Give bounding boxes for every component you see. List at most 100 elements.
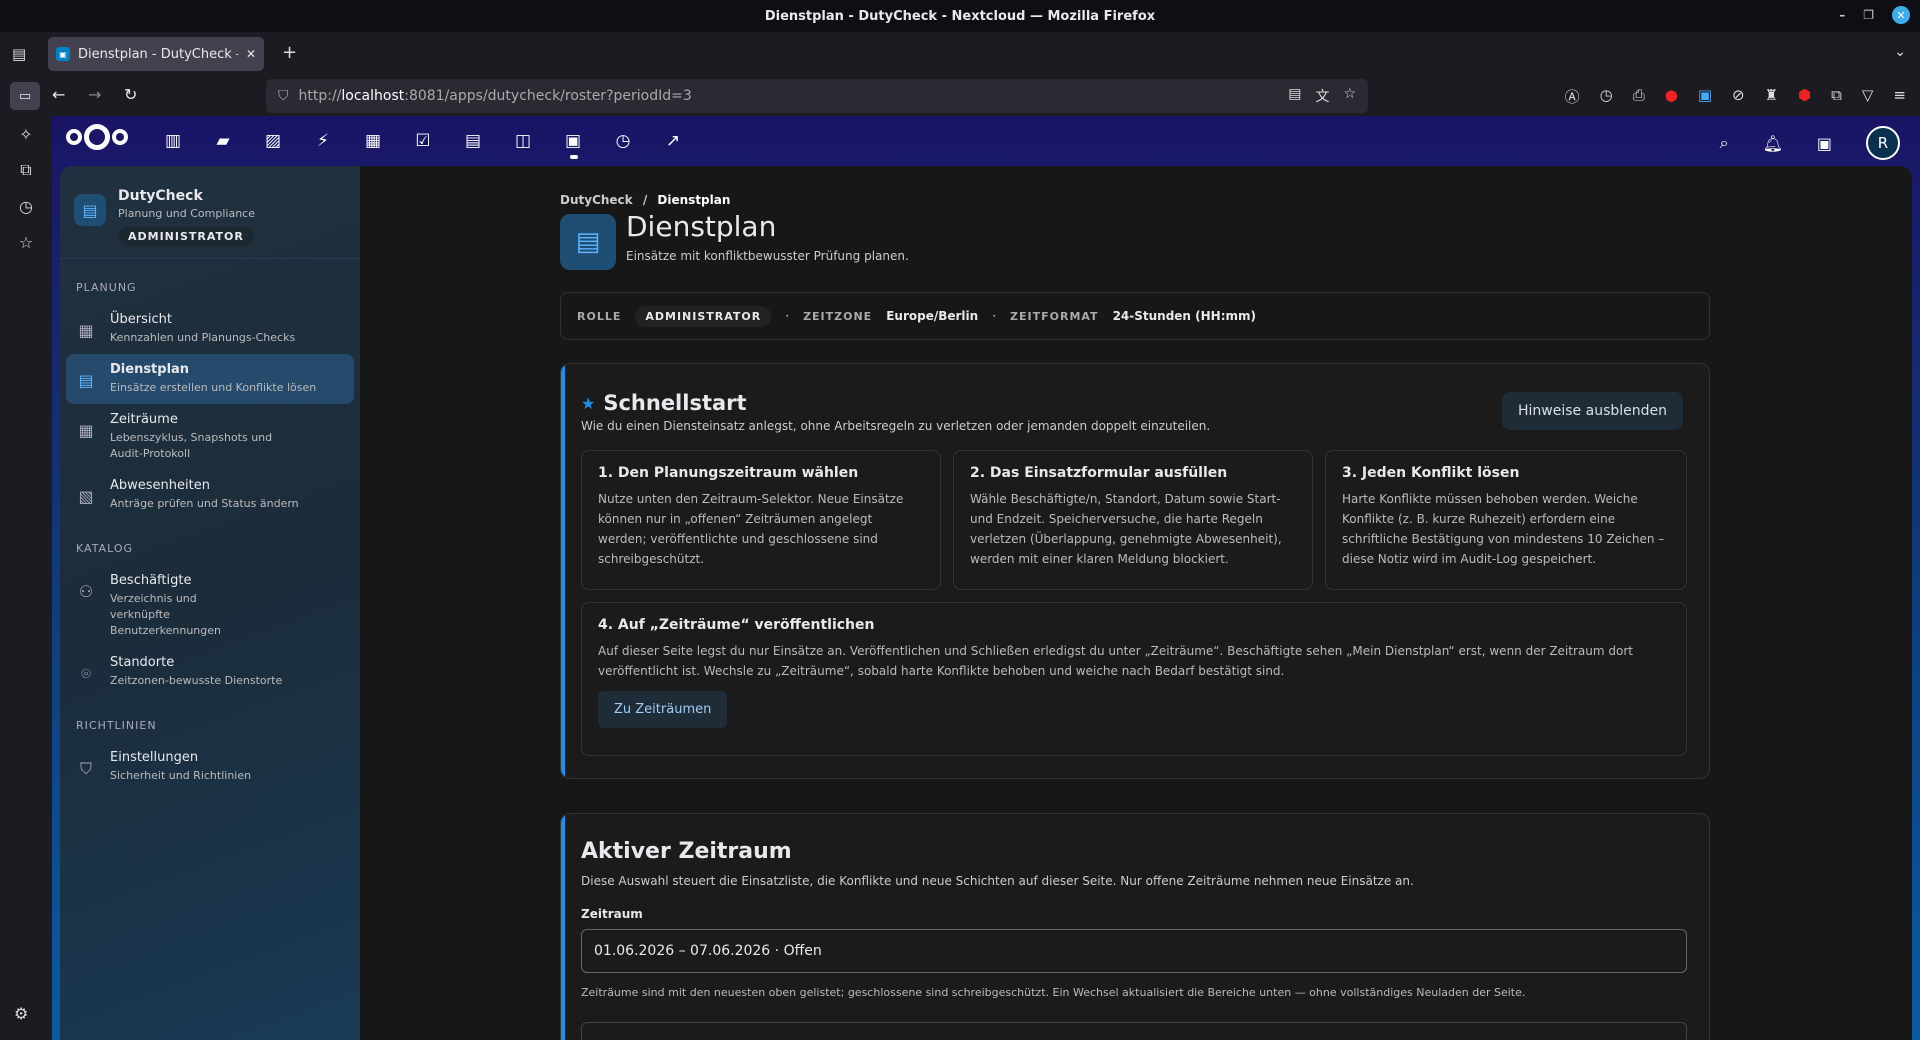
nextcloud-favicon-icon: ▣ <box>56 47 70 61</box>
extension-block-icon[interactable]: ⊘ <box>1732 86 1745 107</box>
reader-view-icon[interactable]: ▤ <box>1288 86 1301 106</box>
step-text: Auf dieser Seite legst du nur Einsätze a… <box>598 644 1633 678</box>
sidebar-item-label: Standorte <box>110 655 175 670</box>
app-title: DutyCheck <box>118 188 203 204</box>
app-content: ▤ DutyCheck Planung und Compliance ADMIN… <box>60 166 1912 1040</box>
extension-timer-icon[interactable]: ◷ <box>1600 86 1613 107</box>
clock-icon[interactable]: ◷ <box>614 131 632 151</box>
extensions-icon[interactable]: ⧉ <box>1831 86 1842 107</box>
header-right: ⌕ 🔔︎ ▣ R <box>1720 126 1900 160</box>
tasks-icon[interactable]: ☑ <box>414 131 432 151</box>
extension-v-icon[interactable]: ▽ <box>1862 86 1874 107</box>
analytics-icon[interactable]: ↗ <box>664 131 682 151</box>
close-tab-icon[interactable]: ✕ <box>246 47 256 61</box>
timezone-value: Europe/Berlin <box>886 309 979 323</box>
tab-title: Dienstplan - DutyCheck - Nextcloud <box>78 46 238 62</box>
app-navigation: ▤ DutyCheck Planung und Compliance ADMIN… <box>60 166 360 1040</box>
forms-icon[interactable]: ◫ <box>514 131 532 151</box>
search-icon[interactable]: ⌕ <box>1720 133 1729 153</box>
period-note: Zeiträume sind mit den neuesten oben gel… <box>581 986 1526 999</box>
menu-icon[interactable]: ≡ <box>1893 86 1906 107</box>
main-content: DutyCheck / Dienstplan ▤ Dienstplan Eins… <box>360 166 1912 1040</box>
nextcloud-app: ▥ ▰ ▨ ⚡ ▦ ☑ ▤ ◫ ▣ ◷ ↗ ⌕ 🔔︎ ▣ R ▤ DutyChe… <box>52 116 1920 1040</box>
step-title: 4. Auf „Zeiträume“ veröffentlichen <box>598 617 875 633</box>
forward-icon[interactable]: → <box>88 85 101 104</box>
extension-blue-icon[interactable]: ▣ <box>1698 86 1712 107</box>
ai-chat-icon[interactable]: ✧ <box>0 116 52 152</box>
nextcloud-header: ▥ ▰ ▨ ⚡ ▦ ☑ ▤ ◫ ▣ ◷ ↗ ⌕ 🔔︎ ▣ R <box>52 116 1920 166</box>
sidebar-item-label: Abwesenheiten <box>110 478 210 493</box>
adblock-icon[interactable]: ⬢ <box>1798 86 1811 107</box>
notifications-icon[interactable]: 🔔︎ <box>1763 134 1783 153</box>
sidebar-item-label: Beschäftigte <box>110 573 192 588</box>
extension-icons: Ⓐ ◷ ⎙ ● ▣ ⊘ ♜ ⬢ ⧉ ▽ ≡ <box>1565 86 1906 107</box>
translate-icon[interactable]: 文 <box>1315 86 1329 106</box>
print-icon[interactable]: ⎙ <box>1633 86 1645 107</box>
shield-icon[interactable]: ⛉ <box>278 88 289 104</box>
new-tab-icon[interactable]: + <box>282 42 297 63</box>
deck-icon[interactable]: ▤ <box>464 131 482 151</box>
step-card: 1. Den Planungszeitraum wählen Nutze unt… <box>581 450 941 590</box>
app-menu: ▥ ▰ ▨ ⚡ ▦ ☑ ▤ ◫ ▣ ◷ ↗ <box>164 131 682 159</box>
dutycheck-app-icon[interactable]: ▣ <box>564 131 582 159</box>
step-text: Nutze unten den Zeitraum-Selektor. Neue … <box>598 492 904 566</box>
maximize-icon[interactable]: ❐ <box>1863 8 1874 22</box>
bookmark-star-icon[interactable]: ☆ <box>1343 86 1356 106</box>
calendar-icon[interactable]: ▦ <box>364 131 382 151</box>
breadcrumb-separator: / <box>642 193 648 207</box>
photos-icon[interactable]: ▨ <box>264 131 282 151</box>
sidebar-item-desc: Verzeichnis und verknüpfte Benutzerkennu… <box>110 592 221 637</box>
clipboard-icon: ▤ <box>560 214 616 270</box>
history-icon[interactable]: ◷ <box>0 188 52 224</box>
breadcrumb-root[interactable]: DutyCheck <box>560 193 633 207</box>
timeformat-value: 24-Stunden (HH:mm) <box>1112 309 1257 323</box>
breadcrumb: DutyCheck / Dienstplan <box>560 193 730 207</box>
sidebar-item-label: Einstellungen <box>110 750 199 765</box>
context-bar: ROLLE ADMINISTRATOR · ZEITZONE Europe/Be… <box>560 292 1710 340</box>
grid-icon: ▦ <box>78 321 94 340</box>
sidebar-item-beschaeftigte[interactable]: ⚇ Beschäftigte Verzeichnis und verknüpfte… <box>66 565 354 647</box>
dashboard-icon[interactable]: ▥ <box>164 131 182 151</box>
back-icon[interactable]: ← <box>52 85 65 104</box>
goto-periods-button[interactable]: Zu Zeiträumen <box>598 691 728 728</box>
sidebar-item-zeitraeume[interactable]: ▦ Zeiträume Lebenszyklus, Snapshots und A… <box>66 404 354 470</box>
sidebar-toggle-icon[interactable]: ▭ <box>10 82 40 110</box>
sidebar-item-uebersicht[interactable]: ▦ Übersicht Kennzahlen und Planungs-Check… <box>66 304 354 354</box>
extension-badge-icon[interactable]: ♜ <box>1765 86 1778 107</box>
nextcloud-logo[interactable] <box>66 124 128 150</box>
hide-hints-button[interactable]: Hinweise ausblenden <box>1502 392 1683 430</box>
extension-a-icon[interactable]: Ⓐ <box>1565 86 1580 107</box>
gear-icon[interactable]: ⚙ <box>14 1004 28 1023</box>
contacts-icon[interactable]: ▣ <box>1817 134 1832 153</box>
section-katalog: KATALOG <box>76 542 133 555</box>
extension-red-icon[interactable]: ● <box>1665 86 1678 107</box>
window-titlebar: Dienstplan - DutyCheck - Nextcloud — Moz… <box>0 0 1920 32</box>
step-card: 3. Jeden Konflikt lösen Harte Konflikte … <box>1325 450 1687 590</box>
files-icon[interactable]: ▰ <box>214 131 232 151</box>
synced-tabs-icon[interactable]: ⧉ <box>0 152 52 188</box>
close-window-icon[interactable]: ✕ <box>1892 6 1910 24</box>
sidebar-item-standorte[interactable]: ⌾ Standorte Zeitzonen-bewusste Dienstorte <box>66 647 354 697</box>
bookmarks-icon[interactable]: ☆ <box>0 224 52 260</box>
star-icon: ★ <box>581 393 596 413</box>
activity-icon[interactable]: ⚡ <box>314 131 332 151</box>
minimize-icon[interactable]: – <box>1839 8 1845 22</box>
sidebar-item-einstellungen[interactable]: ⛉ Einstellungen Sicherheit und Richtlinie… <box>66 742 354 792</box>
step-title: 1. Den Planungszeitraum wählen <box>598 465 859 481</box>
tab-list-icon[interactable]: ▤ <box>12 45 26 63</box>
section-planung: PLANUNG <box>76 281 137 294</box>
avatar[interactable]: R <box>1866 126 1900 160</box>
window-controls: – ❐ ✕ <box>1839 6 1910 24</box>
sidebar-item-abwesenheiten[interactable]: ▧ Abwesenheiten Anträge prüfen und Status… <box>66 470 354 520</box>
browser-tab[interactable]: ▣ Dienstplan - DutyCheck - Nextcloud ✕ <box>48 37 264 71</box>
app-header: ▤ DutyCheck Planung und Compliance ADMIN… <box>60 166 360 259</box>
period-select[interactable]: 01.06.2026 – 07.06.2026 · Offen <box>581 929 1687 973</box>
sidebar-item-dienstplan[interactable]: ▤ Dienstplan Einsätze erstellen und Konfl… <box>66 354 354 404</box>
timeformat-key: ZEITFORMAT <box>1010 309 1099 323</box>
chevron-down-icon[interactable]: ⌄ <box>1894 44 1906 60</box>
reload-icon[interactable]: ↻ <box>124 85 137 104</box>
map-marker-icon: ⌾ <box>81 664 91 683</box>
calendar-icon: ▦ <box>78 421 94 440</box>
url-bar[interactable]: ⛉ http://localhost:8081/apps/dutycheck/r… <box>266 79 1368 113</box>
step-title: 2. Das Einsatzformular ausfüllen <box>970 465 1228 481</box>
